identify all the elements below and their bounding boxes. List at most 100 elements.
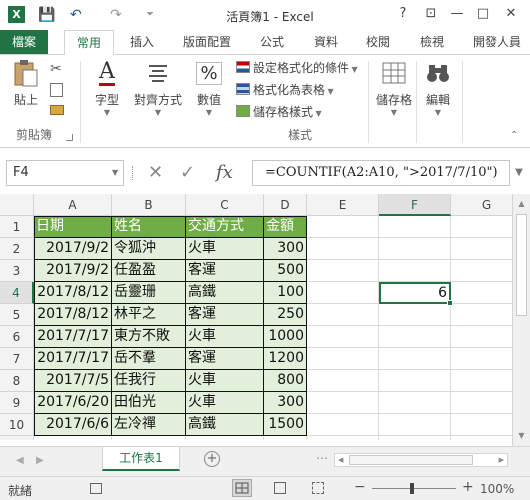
vertical-scroll-thumb[interactable] [516, 214, 527, 316]
cut-icon[interactable]: ✂ [50, 61, 62, 77]
table-cell[interactable]: 300 [264, 238, 307, 260]
paste-button[interactable]: 貼上 [8, 59, 44, 108]
cell[interactable] [451, 392, 512, 414]
table-cell[interactable]: 100 [264, 282, 307, 304]
cell[interactable] [379, 260, 451, 282]
table-cell[interactable]: 客運 [186, 304, 264, 326]
cell[interactable] [451, 370, 512, 392]
table-cell[interactable]: 高鐵 [186, 414, 264, 436]
cells-button[interactable]: 儲存格 ▼ [374, 59, 414, 117]
collapse-ribbon-icon[interactable]: ⌃ [510, 130, 518, 141]
page-layout-view-icon[interactable] [274, 482, 286, 494]
cell[interactable] [451, 216, 512, 238]
cell[interactable] [379, 392, 451, 414]
horizontal-scroll-thumb[interactable] [349, 455, 473, 465]
table-cell[interactable]: 2017/9/2 [34, 260, 112, 282]
clipboard-launcher-icon[interactable] [66, 134, 73, 141]
fill-handle[interactable] [447, 300, 453, 306]
name-box[interactable]: F4 [6, 160, 124, 186]
next-sheet-icon[interactable]: ▶ [36, 455, 44, 466]
zoom-in-button[interactable]: + [462, 479, 474, 495]
close-icon[interactable]: ✕ [500, 4, 522, 24]
cell[interactable] [379, 370, 451, 392]
row-header-2[interactable]: 2 [0, 238, 34, 260]
table-cell[interactable]: 令狐沖 [112, 238, 186, 260]
cell[interactable] [379, 326, 451, 348]
row-header-3[interactable]: 3 [0, 260, 34, 282]
table-cell[interactable]: 1200 [264, 348, 307, 370]
table-cell[interactable]: 2017/7/17 [34, 326, 112, 348]
tab-review[interactable]: 校閱 [358, 30, 398, 54]
tab-page-layout[interactable]: 版面配置 [176, 30, 238, 54]
table-cell[interactable]: 火車 [186, 238, 264, 260]
cell[interactable] [307, 414, 379, 436]
scroll-left-icon[interactable]: ◀ [338, 454, 343, 466]
table-cell[interactable]: 2017/6/20 [34, 392, 112, 414]
scroll-right-icon[interactable]: ▶ [499, 454, 504, 466]
row-header-7[interactable]: 7 [0, 348, 34, 370]
column-header-d[interactable]: D [264, 194, 307, 216]
cancel-icon[interactable]: ✕ [148, 162, 163, 183]
tab-data[interactable]: 資料 [306, 30, 346, 54]
row-header-partial[interactable] [0, 436, 34, 440]
zoom-slider-knob[interactable] [410, 483, 414, 494]
page-break-view-icon[interactable] [312, 482, 324, 494]
table-header-cell[interactable]: 姓名 [112, 216, 186, 238]
minimize-icon[interactable]: — [446, 4, 468, 24]
table-cell[interactable]: 任盈盈 [112, 260, 186, 282]
cell[interactable] [307, 282, 379, 304]
table-cell[interactable]: 田伯光 [112, 392, 186, 414]
table-cell[interactable]: 東方不敗 [112, 326, 186, 348]
tab-home[interactable]: 常用 [64, 30, 114, 55]
tab-developer[interactable]: 開發人員 [466, 30, 528, 54]
row-header-5[interactable]: 5 [0, 304, 34, 326]
cell[interactable] [307, 348, 379, 370]
more-icon[interactable]: ⋯ [316, 451, 328, 465]
table-cell[interactable]: 300 [264, 392, 307, 414]
tab-insert[interactable]: 插入 [122, 30, 162, 54]
insert-function-icon[interactable]: fx [216, 162, 233, 183]
number-button[interactable]: % 數值 ▼ [192, 59, 226, 117]
table-cell[interactable]: 左冷禪 [112, 414, 186, 436]
cell[interactable] [264, 436, 307, 440]
zoom-out-button[interactable]: − [354, 479, 366, 495]
zoom-level[interactable]: 100% [480, 482, 514, 496]
cell[interactable] [451, 414, 512, 436]
table-cell[interactable]: 800 [264, 370, 307, 392]
vertical-scrollbar[interactable]: ▲ ▼ [512, 194, 530, 446]
cell[interactable] [307, 238, 379, 260]
row-header-6[interactable]: 6 [0, 326, 34, 348]
table-cell[interactable]: 2017/7/17 [34, 348, 112, 370]
table-cell[interactable]: 任我行 [112, 370, 186, 392]
table-cell[interactable]: 火車 [186, 326, 264, 348]
column-header-f[interactable]: F [379, 194, 451, 216]
horizontal-scrollbar[interactable]: ◀ ▶ [334, 453, 508, 467]
select-all-corner[interactable] [0, 194, 34, 216]
format-as-table-button[interactable]: 格式化為表格 ▼ [236, 81, 334, 99]
column-header-e[interactable]: E [307, 194, 379, 216]
table-cell[interactable]: 火車 [186, 392, 264, 414]
cell[interactable] [379, 348, 451, 370]
normal-view-icon[interactable] [232, 479, 252, 497]
cell-styles-button[interactable]: 儲存格樣式 ▼ [236, 103, 322, 121]
macro-record-icon[interactable] [90, 483, 102, 494]
table-cell[interactable]: 250 [264, 304, 307, 326]
customize-qat-icon[interactable]: ⏷ [146, 5, 154, 25]
row-header-8[interactable]: 8 [0, 370, 34, 392]
table-header-cell[interactable]: 交通方式 [186, 216, 264, 238]
cell[interactable] [307, 326, 379, 348]
cell[interactable] [307, 260, 379, 282]
cell[interactable] [451, 304, 512, 326]
table-cell[interactable]: 火車 [186, 370, 264, 392]
table-cell[interactable]: 1500 [264, 414, 307, 436]
add-sheet-button[interactable]: + [204, 451, 220, 467]
table-cell[interactable]: 500 [264, 260, 307, 282]
cell[interactable] [379, 304, 451, 326]
table-cell[interactable]: 岳不羣 [112, 348, 186, 370]
editing-button[interactable]: 編輯 ▼ [420, 59, 456, 117]
cell[interactable] [379, 238, 451, 260]
table-cell[interactable]: 林平之 [112, 304, 186, 326]
zoom-slider[interactable] [372, 488, 456, 489]
tab-formulas[interactable]: 公式 [252, 30, 292, 54]
copy-icon[interactable] [50, 83, 63, 97]
